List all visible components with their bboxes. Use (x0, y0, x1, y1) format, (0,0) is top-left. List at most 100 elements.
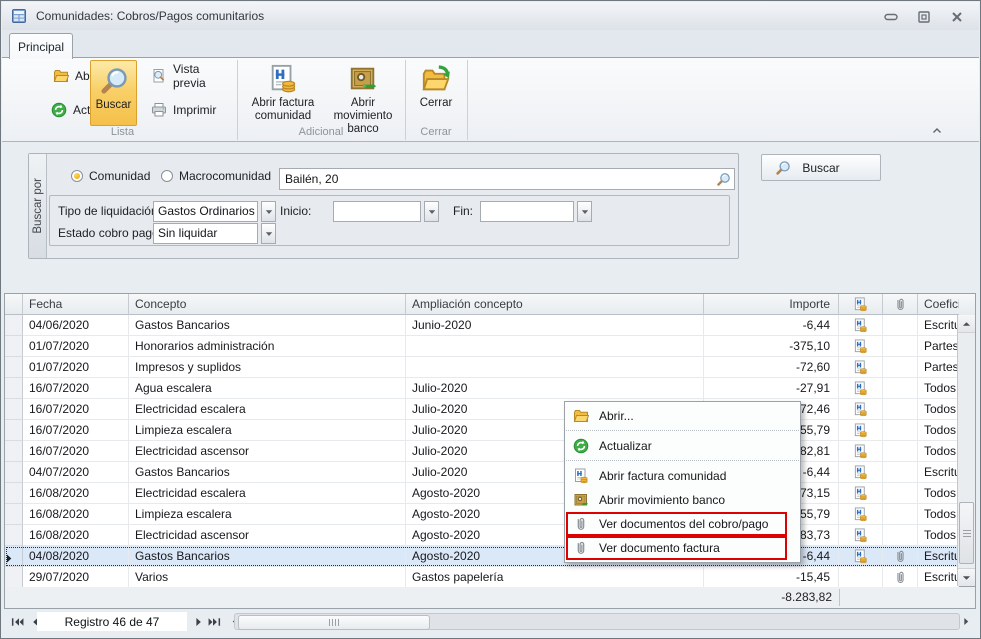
invoice-icon (853, 360, 868, 375)
table-row[interactable]: 16/08/2020Limpieza escaleraAgosto-2020-1… (5, 504, 975, 525)
paperclip-icon (893, 549, 908, 564)
horizontal-scrollbar[interactable] (234, 613, 960, 630)
tipo-liquidacion-select[interactable]: Gastos Ordinarios (153, 201, 276, 222)
table-row[interactable]: 16/08/2020Electricidad ascensorAgosto-20… (5, 525, 975, 546)
table-row[interactable]: 04/06/2020Gastos BancariosJunio-2020-6,4… (5, 315, 975, 336)
chevron-down-icon[interactable] (261, 223, 276, 244)
radio-selected-icon (71, 170, 83, 182)
invoice-icon (853, 528, 868, 543)
cell-concepto: Gastos Bancarios (129, 315, 406, 336)
search-icon (775, 160, 791, 176)
data-grid: Fecha Concepto Ampliación concepto Impor… (4, 293, 976, 587)
cell-concepto: Impresos y suplidos (129, 357, 406, 378)
header-factura-icon[interactable] (839, 294, 883, 315)
menu-item-abrir[interactable]: Abrir... (565, 404, 800, 428)
header-coeficiente[interactable]: Coeficiente (918, 294, 959, 315)
header-importe[interactable]: Importe (704, 294, 839, 315)
scroll-down-icon[interactable] (958, 568, 975, 586)
menu-item-abrir-movimiento-banco[interactable]: Abrir movimiento banco (565, 488, 800, 512)
buscar-big-button[interactable]: Buscar (90, 60, 137, 126)
minimize-button[interactable] (883, 10, 899, 23)
vertical-scrollbar-thumb[interactable] (959, 502, 974, 564)
abrir-factura-button[interactable]: Abrir factura comunidad (245, 60, 321, 124)
table-row[interactable]: 04/07/2020Gastos BancariosJulio-2020-6,4… (5, 462, 975, 483)
horizontal-scrollbar-thumb[interactable] (238, 615, 430, 630)
menu-item-ver-documentos-cobro-pago[interactable]: Ver documentos del cobro/pago (565, 512, 800, 536)
fin-select[interactable] (480, 201, 592, 222)
scroll-right-icon[interactable] (958, 613, 975, 630)
restore-button[interactable] (916, 10, 932, 23)
chevron-down-icon[interactable] (424, 201, 439, 222)
table-row[interactable]: 04/08/2020Gastos BancariosAgosto-2020-6,… (5, 546, 975, 567)
cell-attachment (883, 357, 918, 378)
selected-row-arrow-icon (6, 549, 21, 564)
cell-ampliacion (406, 336, 704, 357)
folder-icon (573, 408, 589, 424)
cell-factura (839, 546, 883, 567)
next-record-button[interactable] (190, 613, 207, 630)
tipo-liquidacion-value: Gastos Ordinarios (153, 201, 258, 222)
cell-coeficiente: Todos (918, 420, 959, 441)
menu-item-abrir-factura-comunidad[interactable]: Abrir factura comunidad (565, 464, 800, 488)
inicio-value (333, 201, 421, 222)
chevron-down-icon[interactable] (577, 201, 592, 222)
table-row[interactable]: 29/07/2020VariosGastos papelería-15,45Es… (5, 567, 975, 588)
table-row[interactable]: 16/08/2020Electricidad escaleraAgosto-20… (5, 483, 975, 504)
cell-attachment (883, 336, 918, 357)
header-attachment-icon[interactable] (883, 294, 918, 315)
header-ampliacion[interactable]: Ampliación concepto (406, 294, 704, 315)
comunidad-input[interactable]: Bailén, 20 (279, 168, 735, 190)
footer-separator (839, 589, 840, 606)
table-row[interactable]: 01/07/2020Impresos y suplidos-72,60Parte… (5, 357, 975, 378)
row-indicator (5, 483, 23, 504)
scroll-up-icon[interactable] (958, 315, 975, 333)
invoice-icon (853, 297, 868, 312)
table-row[interactable]: 01/07/2020Honorarios administración-375,… (5, 336, 975, 357)
chevron-down-icon[interactable] (261, 201, 276, 222)
buscar-button[interactable]: Buscar (761, 154, 881, 181)
abrir-factura-label-2: comunidad (255, 110, 311, 122)
invoice-icon (853, 507, 868, 522)
cell-importe: -375,10 (704, 336, 839, 357)
vertical-scrollbar[interactable] (957, 315, 975, 586)
header-concepto[interactable]: Concepto (129, 294, 406, 315)
table-row[interactable]: 16/07/2020Electricidad ascensorJulio-202… (5, 441, 975, 462)
radio-comunidad[interactable]: Comunidad (71, 169, 150, 183)
menu-item-ver-documento-factura[interactable]: Ver documento factura (565, 536, 800, 560)
close-button[interactable] (949, 10, 965, 23)
last-record-button[interactable] (206, 613, 223, 630)
first-record-button[interactable] (9, 613, 26, 630)
estado-select[interactable]: Sin liquidar (153, 223, 276, 244)
vista-previa-button[interactable]: Vista previa (148, 66, 237, 86)
importe-total: -8.283,82 (704, 590, 832, 604)
imprimir-button[interactable]: Imprimir (148, 100, 219, 120)
cell-coeficiente: Escritu (918, 462, 959, 483)
cell-coeficiente: Partes (918, 336, 959, 357)
cell-attachment (883, 525, 918, 546)
radio-macrocomunidad[interactable]: Macrocomunidad (161, 169, 271, 183)
vista-previa-label: Vista previa (173, 62, 234, 90)
cell-coeficiente: Todos (918, 483, 959, 504)
inicio-select[interactable] (333, 201, 439, 222)
cell-ampliacion (406, 357, 704, 378)
cell-factura (839, 336, 883, 357)
search-lookup-icon[interactable] (716, 172, 731, 187)
abrir-movimiento-button[interactable]: Abrir movimiento banco (324, 60, 402, 124)
cell-factura (839, 441, 883, 462)
table-row[interactable]: 16/07/2020Limpieza escaleraJulio-2020-15… (5, 420, 975, 441)
cell-concepto: Electricidad ascensor (129, 441, 406, 462)
record-counter: Registro 46 de 47 (37, 612, 187, 631)
header-fecha[interactable]: Fecha (23, 294, 129, 315)
table-row[interactable]: 16/07/2020Agua escaleraJulio-2020-27,91T… (5, 378, 975, 399)
cerrar-button[interactable]: Cerrar (409, 60, 463, 124)
tab-principal[interactable]: Principal (9, 33, 73, 59)
row-indicator (5, 546, 23, 567)
menu-item-actualizar[interactable]: Actualizar (565, 434, 800, 458)
context-menu: Abrir... Actualizar Abrir factura comunida… (564, 401, 801, 563)
cell-factura (839, 357, 883, 378)
row-indicator (5, 336, 23, 357)
cell-fecha: 04/06/2020 (23, 315, 129, 336)
ribbon-collapse-button[interactable] (930, 124, 944, 136)
table-row[interactable]: 16/07/2020Electricidad escaleraJulio-202… (5, 399, 975, 420)
invoice-icon (853, 318, 868, 333)
